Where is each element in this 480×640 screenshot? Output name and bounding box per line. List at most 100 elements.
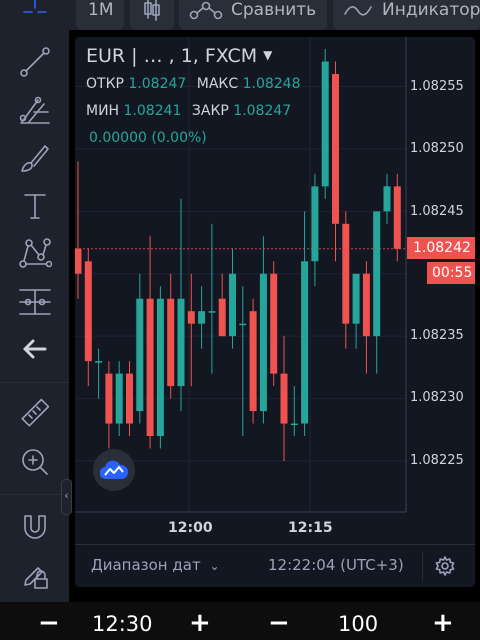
candle <box>352 273 360 349</box>
low-value: 1.08241 <box>123 103 182 119</box>
candle <box>198 286 206 349</box>
candle <box>301 211 309 437</box>
candle <box>218 273 226 337</box>
date-range-label: Диапазон дат <box>91 556 201 574</box>
candle-body <box>311 186 319 262</box>
price-axis-label: 1.08225 <box>410 453 464 468</box>
candle-body <box>187 311 195 324</box>
timeframe-button[interactable]: 1M <box>76 0 124 30</box>
clock-timezone[interactable]: 12:22:04 (UTC+3) <box>268 556 404 574</box>
price-axis-label: 1.08235 <box>410 328 464 343</box>
gear-icon[interactable] <box>435 556 455 576</box>
trade-amount-value[interactable]: 100 <box>338 612 378 636</box>
time-axis-label: 12:00 <box>168 520 213 536</box>
candle-body <box>280 373 288 424</box>
candle-body <box>218 298 226 337</box>
change-value: 0.00000 (0.00%) <box>89 130 207 146</box>
candle-body <box>115 373 123 424</box>
chart-type-button[interactable] <box>130 0 174 30</box>
candle-body <box>290 423 298 426</box>
indicators-button[interactable]: Индикаторы <box>333 0 480 30</box>
candle <box>270 261 278 387</box>
candle-body <box>177 298 185 387</box>
bottom-bar-separator <box>75 544 475 545</box>
candle <box>156 286 164 449</box>
candle-body <box>146 298 154 437</box>
candle-body <box>229 273 236 337</box>
high-value: 1.08248 <box>242 76 301 92</box>
candle <box>249 298 257 424</box>
indicators-icon <box>344 6 372 16</box>
magnet-icon[interactable] <box>21 512 49 542</box>
chevron-down-icon: ⌄ <box>209 559 220 573</box>
symbol-selector[interactable]: EUR | … , 1, FXCM ▼ <box>86 45 272 67</box>
cloud-logo-icon <box>100 460 128 480</box>
timeframe-label: 1M <box>88 0 114 20</box>
candle <box>311 173 319 287</box>
candle <box>126 361 133 437</box>
open-value: 1.08247 <box>128 76 187 92</box>
amount-decrease-button[interactable]: − <box>268 608 290 638</box>
top-toolbar: 1M Сравнить Индикаторы <box>0 0 480 30</box>
candle <box>136 273 144 424</box>
candle-body <box>342 223 350 324</box>
ruler-icon[interactable] <box>19 397 51 429</box>
logo-badge[interactable] <box>93 449 135 491</box>
candlestick-chart[interactable] <box>75 37 475 587</box>
amount-increase-button[interactable]: + <box>432 608 454 638</box>
candle-body <box>373 211 381 337</box>
time-decrease-button[interactable]: − <box>38 608 60 638</box>
candle <box>75 161 82 299</box>
pattern-icon[interactable] <box>18 237 52 269</box>
indicators-label: Индикаторы <box>382 0 480 20</box>
sidebar-separator <box>0 382 69 383</box>
candle <box>239 286 247 437</box>
trade-time-value[interactable]: 12:30 <box>92 612 153 636</box>
bar-countdown-label: 00:55 <box>427 262 475 284</box>
high-label: МАКС <box>196 76 239 92</box>
ohlc-row-low-close: МИН 1.08241 ЗАКР 1.08247 <box>86 103 297 119</box>
compare-button[interactable]: Сравнить <box>179 0 327 30</box>
zoom-in-icon[interactable] <box>20 447 50 477</box>
candle <box>146 236 154 449</box>
chevron-left-icon: ‹ <box>64 489 69 502</box>
candle-body <box>156 298 164 437</box>
candle <box>115 361 123 437</box>
candle <box>259 236 267 424</box>
candles-icon <box>144 0 160 21</box>
fib-retracement-icon[interactable] <box>18 94 52 126</box>
candle <box>373 211 381 374</box>
open-label: ОТКР <box>86 76 124 92</box>
time-increase-button[interactable]: + <box>189 608 211 638</box>
measure-icon[interactable] <box>18 286 52 318</box>
price-axis-label: 1.08250 <box>410 141 464 156</box>
candle <box>95 348 103 399</box>
candle-body <box>249 311 257 412</box>
candle-body <box>75 248 82 274</box>
brush-icon[interactable] <box>19 142 51 174</box>
crosshair-icon[interactable] <box>22 0 48 20</box>
candle <box>342 211 350 349</box>
chart-panel[interactable] <box>75 37 475 587</box>
candle <box>177 198 185 412</box>
candle-body <box>136 298 144 412</box>
candle-body <box>239 323 247 326</box>
lock-icon[interactable] <box>20 558 50 590</box>
back-arrow-icon[interactable] <box>22 338 48 360</box>
compare-label: Сравнить <box>231 0 317 20</box>
trend-line-icon[interactable] <box>19 46 51 78</box>
candle <box>321 49 329 199</box>
text-icon[interactable] <box>22 192 48 220</box>
candle-body <box>362 273 370 337</box>
candle-body <box>301 261 309 424</box>
date-range-button[interactable]: Диапазон дат ⌄ <box>91 556 220 574</box>
caret-down-icon: ▼ <box>263 48 273 62</box>
sidebar-collapse-tab[interactable]: ‹ <box>61 479 72 515</box>
candle <box>229 248 236 349</box>
candle-body <box>95 361 103 363</box>
candle-body <box>167 298 175 387</box>
candle <box>167 273 175 399</box>
time-axis-label: 12:15 <box>288 520 333 536</box>
candle-body <box>84 261 92 362</box>
candle-body <box>126 373 133 424</box>
